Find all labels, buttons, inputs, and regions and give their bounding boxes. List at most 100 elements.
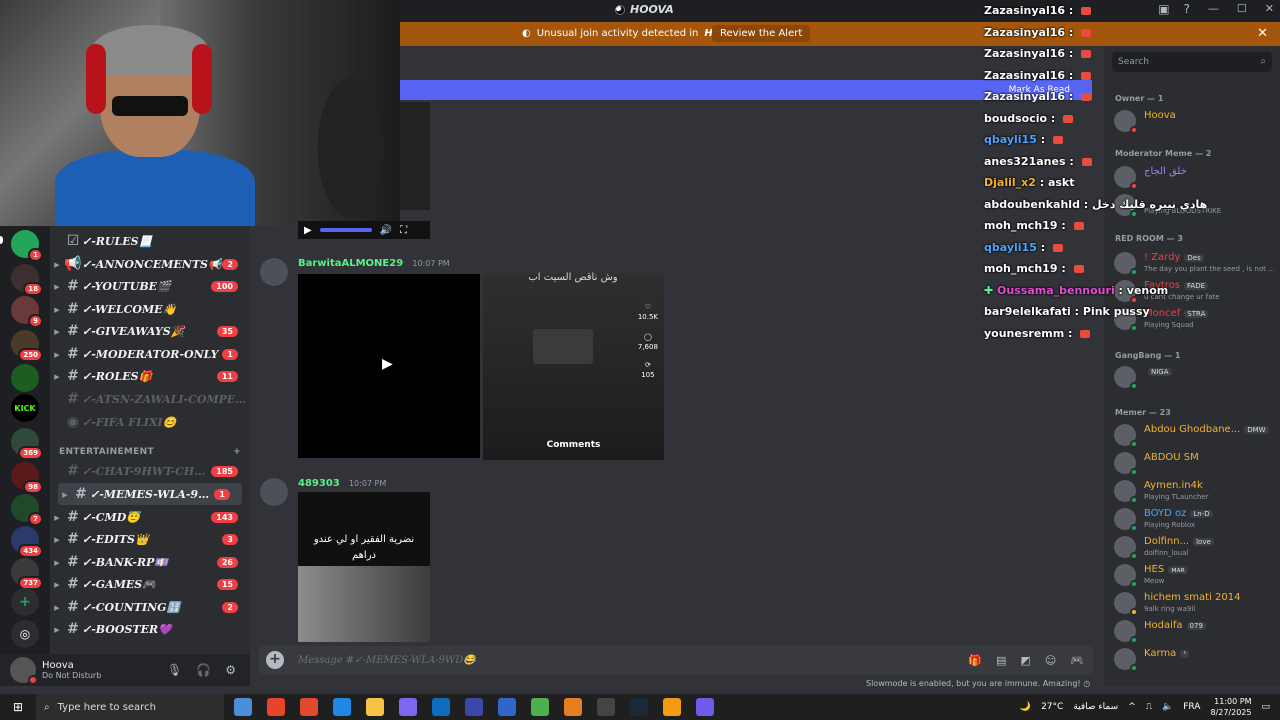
search-input[interactable]: Search ⌕ — [1112, 52, 1272, 72]
channel-item[interactable]: #✓-CHAT-9HWT-CHRGUI185 — [50, 460, 250, 482]
video-embed[interactable]: ▶ — [298, 274, 480, 458]
taskbar-app-icon[interactable] — [234, 698, 252, 716]
member-item[interactable]: Karma ¹ — [1114, 646, 1274, 674]
server-icon[interactable]: 369 — [11, 428, 43, 460]
comment-icon[interactable]: ◯ — [638, 332, 658, 342]
member-item[interactable]: Hodaifa 079 — [1114, 618, 1274, 646]
message-input[interactable]: Message #✓-MEMES-WLA-9WD😂 — [298, 655, 476, 666]
user-info[interactable]: Hoova Do Not Disturb — [42, 660, 101, 680]
taskbar-app-icon[interactable] — [597, 698, 615, 716]
member-item[interactable]: Dolfinn... love dolfinn_loual — [1114, 534, 1274, 562]
discover-icon[interactable]: ◎ — [11, 620, 39, 648]
message-author[interactable]: 489303 — [298, 478, 340, 489]
video-embed[interactable]: نضرية الفقير او لي عندو دراهم — [298, 492, 430, 642]
channel-item[interactable]: ▶ # ✓-BOOSTER💜 — [50, 618, 250, 640]
taskbar-app-icon[interactable] — [696, 698, 714, 716]
avatar[interactable] — [260, 258, 288, 286]
channel-item[interactable]: ▶ # ✓-WELCOME👋 — [50, 298, 250, 320]
add-server-icon[interactable]: + — [11, 588, 39, 616]
member-item[interactable]: Aymen.in4k Playing TLauncher — [1114, 478, 1274, 506]
clock[interactable]: 11:00 PM 8/27/2025 — [1210, 696, 1251, 718]
channel-item[interactable]: ▶ # ✓-BANK-RP💷 26 — [50, 551, 250, 573]
channel-item[interactable]: ▶ # ✓-EDITS👑 3 — [50, 528, 250, 550]
close-window-icon[interactable]: ✕ — [1265, 2, 1274, 15]
member-item[interactable]: خلق الجاج — [1114, 164, 1274, 192]
member-item[interactable]: NIGA — [1114, 364, 1274, 392]
channel-item[interactable]: ▶ # ✓-GAMES🎮 15 — [50, 573, 250, 595]
minimize-icon[interactable]: — — [1208, 2, 1219, 15]
taskbar-app-icon[interactable] — [465, 698, 483, 716]
taskbar-app-icon[interactable] — [663, 698, 681, 716]
taskbar-app-icon[interactable] — [564, 698, 582, 716]
sticker-icon[interactable]: ◩ — [1020, 654, 1030, 667]
maximize-icon[interactable]: ☐ — [1237, 2, 1247, 15]
inbox-icon[interactable]: ▣ — [1158, 2, 1169, 16]
member-item[interactable]: BOYD oz Ln-D Playing Roblox — [1114, 506, 1274, 534]
server-icon[interactable]: KICK — [11, 394, 39, 422]
taskbar-search[interactable]: ⌕ Type here to search — [36, 694, 224, 720]
member-item[interactable]: Abdou Ghodbane... DMW — [1114, 422, 1274, 450]
server-icon[interactable]: 7 — [11, 494, 43, 526]
taskbar-app-icon[interactable] — [366, 698, 384, 716]
channel-item[interactable]: ◉ ✓-FIFA FLIXI😊 — [50, 411, 250, 433]
add-channel-icon[interactable]: + — [233, 447, 241, 457]
volume-icon[interactable]: 🔈 — [1162, 702, 1173, 712]
apps-icon[interactable]: 🎮 — [1070, 654, 1084, 667]
avatar[interactable] — [10, 657, 38, 685]
weather-icon[interactable]: 🌙 — [1020, 702, 1031, 712]
server-icon[interactable] — [11, 364, 39, 392]
channel-item[interactable]: ▶ #✓-MEMES-WLA-9WD😂1 — [58, 483, 242, 505]
channel-item[interactable]: # ✓-ATSN-ZAWALI-COMPETE... — [50, 388, 250, 410]
channel-item[interactable]: ▶ # ✓-MODERATOR-ONLY 1 — [50, 343, 250, 365]
windows-start-icon[interactable]: ⊞ — [0, 700, 36, 714]
category-entertainement[interactable]: ENTERTAINEMENT + — [59, 447, 241, 457]
channel-item[interactable]: ▶ # ✓-YOUTUBE🎬 100 — [50, 275, 250, 297]
gif-icon[interactable]: ▤ — [996, 654, 1006, 667]
settings-gear-icon[interactable]: ⚙ — [225, 663, 236, 677]
headphones-icon[interactable]: 🎧 — [196, 663, 211, 677]
server-icon[interactable]: 434 — [11, 526, 43, 558]
close-alert-icon[interactable]: ✕ — [1257, 26, 1268, 41]
gift-icon[interactable]: 🎁 — [968, 654, 982, 667]
server-icon[interactable]: 9 — [11, 296, 43, 328]
channel-item[interactable]: ▶ # ✓-GIVEAWAYS🎉 35 — [50, 320, 250, 342]
microphone-icon[interactable]: 🎙 — [167, 663, 182, 677]
taskbar-app-icon[interactable] — [432, 698, 450, 716]
member-item[interactable]: HES ᴍᴀʀ Meow — [1114, 562, 1274, 590]
channel-item[interactable]: ▶ # ✓-CMD😇 143 — [50, 506, 250, 528]
tiktok-embed[interactable]: وش ناقص السيت اب ♡ 10.5K ◯ 7,608 ⟳ 105 C… — [483, 272, 664, 460]
tray-chevron-icon[interactable]: ^ — [1128, 702, 1136, 712]
message-author[interactable]: BarwitaALMONE29 — [298, 258, 403, 269]
taskbar-app-icon[interactable] — [300, 698, 318, 716]
member-item[interactable]: Hoova — [1114, 108, 1274, 136]
taskbar-app-icon[interactable] — [531, 698, 549, 716]
add-attachment-icon[interactable]: + — [266, 651, 284, 669]
server-icon[interactable]: 737 — [11, 558, 43, 590]
avatar[interactable] — [260, 478, 288, 506]
review-alert-button[interactable]: Review the Alert — [712, 25, 811, 42]
repost-icon[interactable]: ⟳ — [638, 360, 658, 370]
taskbar-app-icon[interactable] — [267, 698, 285, 716]
taskbar-app-icon[interactable] — [333, 698, 351, 716]
server-icon[interactable]: 18 — [11, 264, 43, 296]
comments-label[interactable]: Comments — [483, 440, 664, 450]
notifications-icon[interactable]: ▭ — [1261, 702, 1270, 712]
server-icon[interactable]: 250 — [11, 330, 43, 362]
member-item[interactable]: hichem smati 2014 9alk ring wa9il — [1114, 590, 1274, 618]
like-icon[interactable]: ♡ — [638, 302, 658, 312]
emoji-icon[interactable]: ☺ — [1045, 654, 1056, 667]
taskbar-app-icon[interactable] — [498, 698, 516, 716]
server-icon[interactable]: 1 — [11, 230, 43, 262]
channel-item[interactable]: ▶ # ✓-COUNTING🔢 2 — [50, 596, 250, 618]
member-item[interactable]: ABDOU SM — [1114, 450, 1274, 478]
taskbar-app-icon[interactable] — [399, 698, 417, 716]
network-icon[interactable]: ⎍ — [1146, 702, 1152, 712]
member-item[interactable]: ! Zardy Des The day you plant the seed , i… — [1114, 250, 1275, 278]
help-icon[interactable]: ? — [1184, 2, 1190, 16]
channel-item[interactable]: ☑ ✓-RULES📃 — [50, 230, 250, 252]
channel-item[interactable]: ▶ # ✓-ROLES🎁 11 — [50, 365, 250, 387]
server-icon[interactable]: 98 — [11, 462, 43, 494]
play-icon[interactable]: ▶ — [382, 356, 393, 372]
taskbar-app-icon[interactable] — [630, 698, 648, 716]
channel-item[interactable]: ▶ 📢 ✓-ANNONCEMENTS📢 2 — [50, 253, 250, 275]
